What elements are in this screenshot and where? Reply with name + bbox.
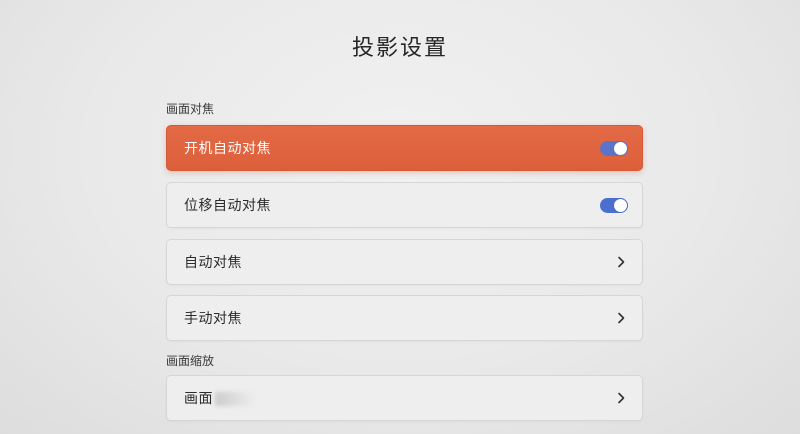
row-label: 开机自动对焦	[184, 141, 271, 157]
toggle-switch-icon[interactable]	[600, 140, 628, 156]
obscured-text	[215, 392, 255, 406]
row-label-text: 画面	[184, 391, 213, 407]
setting-row-boot-autofocus[interactable]: 开机自动对焦	[166, 125, 643, 171]
setting-row-shift-autofocus[interactable]: 位移自动对焦	[166, 182, 643, 228]
row-label: 手动对焦	[184, 311, 242, 327]
row-label: 位移自动对焦	[184, 198, 271, 214]
chevron-right-icon	[614, 311, 628, 325]
toggle-knob	[614, 141, 627, 155]
projection-settings-screen: 投影设置 画面对焦 开机自动对焦 位移自动对焦 自动对焦 手动对焦 画面缩放 画…	[0, 0, 800, 434]
section-label-zoom: 画面缩放	[166, 354, 215, 368]
row-label: 画面	[184, 388, 614, 408]
toggle-switch-icon[interactable]	[600, 197, 628, 213]
chevron-right-icon	[614, 255, 628, 269]
setting-row-picture[interactable]: 画面	[166, 375, 643, 421]
setting-row-autofocus[interactable]: 自动对焦	[166, 239, 643, 285]
section-label-focus: 画面对焦	[166, 102, 215, 116]
toggle-knob	[614, 198, 627, 212]
row-label: 自动对焦	[184, 255, 242, 271]
page-title: 投影设置	[351, 36, 448, 61]
chevron-right-icon	[614, 391, 628, 405]
setting-row-manual-focus[interactable]: 手动对焦	[166, 295, 643, 341]
